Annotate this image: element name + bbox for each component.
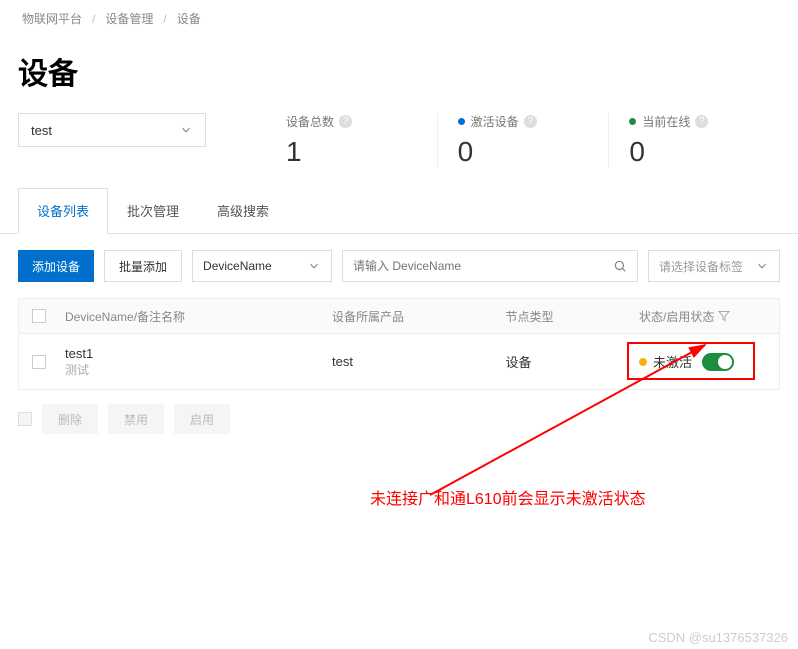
page-title: 设备 <box>0 37 798 113</box>
annotation-text: 未连接广和通L610前会显示未激活状态 <box>370 485 646 509</box>
device-note: 测试 <box>65 361 332 378</box>
stat-activated: 激活设备 ? 0 <box>438 113 610 168</box>
filter-type-select[interactable]: DeviceName <box>192 250 332 282</box>
stat-value: 0 <box>629 136 780 168</box>
breadcrumb-item: 设备 <box>177 10 201 27</box>
stat-label: 当前在线 <box>642 113 690 130</box>
chevron-down-icon <box>307 259 321 273</box>
status-dot-icon <box>639 358 647 366</box>
status-text: 未激活 <box>653 352 692 371</box>
select-all-checkbox[interactable] <box>32 309 46 323</box>
search-icon[interactable] <box>613 259 627 273</box>
device-table: DeviceName/备注名称 设备所属产品 节点类型 状态/启用状态 test… <box>0 298 798 390</box>
table-header: DeviceName/备注名称 设备所属产品 节点类型 状态/启用状态 <box>18 298 780 334</box>
breadcrumb: 物联网平台 / 设备管理 / 设备 <box>0 0 798 37</box>
row-checkbox[interactable] <box>32 355 46 369</box>
cell-name: test1 测试 <box>59 346 332 378</box>
chevron-down-icon <box>755 259 769 273</box>
cell-product: test <box>332 354 506 369</box>
tab-batch-manage[interactable]: 批次管理 <box>108 188 198 233</box>
summary-row: test 设备总数 ? 1 激活设备 ? 0 当前在线 ? 0 <box>0 113 798 188</box>
enable-toggle[interactable] <box>702 353 734 371</box>
stat-total: 设备总数 ? 1 <box>266 113 438 168</box>
breadcrumb-item[interactable]: 设备管理 <box>105 10 153 27</box>
batch-add-button[interactable]: 批量添加 <box>104 250 182 282</box>
tabs: 设备列表 批次管理 高级搜索 <box>0 188 798 234</box>
tag-select-placeholder: 请选择设备标签 <box>659 258 743 275</box>
help-icon[interactable]: ? <box>339 115 352 128</box>
stat-label: 设备总数 <box>286 113 334 130</box>
status-dot-icon <box>458 118 465 125</box>
breadcrumb-item[interactable]: 物联网平台 <box>22 10 82 27</box>
tab-advanced-search[interactable]: 高级搜索 <box>198 188 288 233</box>
search-box[interactable] <box>342 250 638 282</box>
search-input[interactable] <box>353 259 613 273</box>
col-header-name: DeviceName/备注名称 <box>59 308 332 325</box>
toolbar: 添加设备 批量添加 DeviceName 请选择设备标签 <box>0 234 798 298</box>
tag-select[interactable]: 请选择设备标签 <box>648 250 780 282</box>
cell-node-type: 设备 <box>506 352 639 371</box>
device-name[interactable]: test1 <box>65 346 332 361</box>
status-dot-icon <box>629 118 636 125</box>
product-select[interactable]: test <box>18 113 206 147</box>
delete-button: 删除 <box>42 404 98 434</box>
footer-checkbox <box>18 412 32 426</box>
footer-actions: 删除 禁用 启用 <box>0 390 798 448</box>
col-header-product: 设备所属产品 <box>332 308 506 325</box>
col-header-status: 状态/启用状态 <box>639 308 779 325</box>
filter-icon[interactable] <box>718 310 730 322</box>
table-row: test1 测试 test 设备 未激活 <box>18 334 780 390</box>
enable-button: 启用 <box>174 404 230 434</box>
add-device-button[interactable]: 添加设备 <box>18 250 94 282</box>
filter-type-value: DeviceName <box>203 259 272 273</box>
stat-value: 1 <box>286 136 437 168</box>
stat-value: 0 <box>458 136 609 168</box>
stat-label: 激活设备 <box>471 113 519 130</box>
tab-device-list[interactable]: 设备列表 <box>18 188 108 234</box>
help-icon[interactable]: ? <box>695 115 708 128</box>
breadcrumb-sep: / <box>163 12 166 26</box>
col-header-node: 节点类型 <box>506 308 639 325</box>
watermark: CSDN @su1376537326 <box>648 630 788 645</box>
product-select-value: test <box>31 123 52 138</box>
chevron-down-icon <box>179 123 193 137</box>
breadcrumb-sep: / <box>92 12 95 26</box>
disable-button: 禁用 <box>108 404 164 434</box>
status-cell: 未激活 <box>639 352 734 371</box>
help-icon[interactable]: ? <box>524 115 537 128</box>
stat-online: 当前在线 ? 0 <box>609 113 780 168</box>
